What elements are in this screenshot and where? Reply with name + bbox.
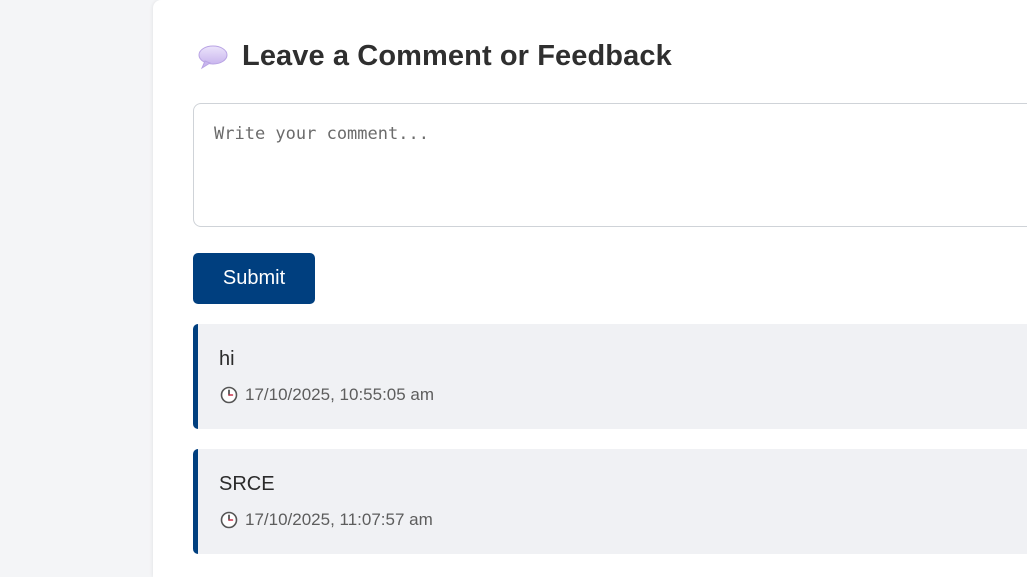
title-row: Leave a Comment or Feedback [197, 40, 672, 73]
comment-text: hi [219, 348, 235, 370]
feedback-card: Leave a Comment or Feedback Submit hi 17… [153, 0, 1027, 577]
comment-input[interactable] [193, 103, 1027, 227]
comment-item: hi 17/10/2025, 10:55:05 am [193, 324, 1027, 429]
comment-text: SRCE [219, 473, 275, 495]
clock-icon [220, 511, 238, 529]
submit-button[interactable]: Submit [193, 253, 315, 304]
comment-meta: 17/10/2025, 11:07:57 am [220, 510, 433, 530]
page-title: Leave a Comment or Feedback [242, 40, 672, 72]
comment-timestamp: 17/10/2025, 11:07:57 am [245, 510, 433, 529]
comment-item: SRCE 17/10/2025, 11:07:57 am [193, 449, 1027, 554]
comment-timestamp: 17/10/2025, 10:55:05 am [245, 385, 435, 404]
speech-bubble-icon [197, 44, 229, 70]
comment-meta: 17/10/2025, 10:55:05 am [220, 385, 434, 405]
clock-icon [220, 386, 238, 404]
